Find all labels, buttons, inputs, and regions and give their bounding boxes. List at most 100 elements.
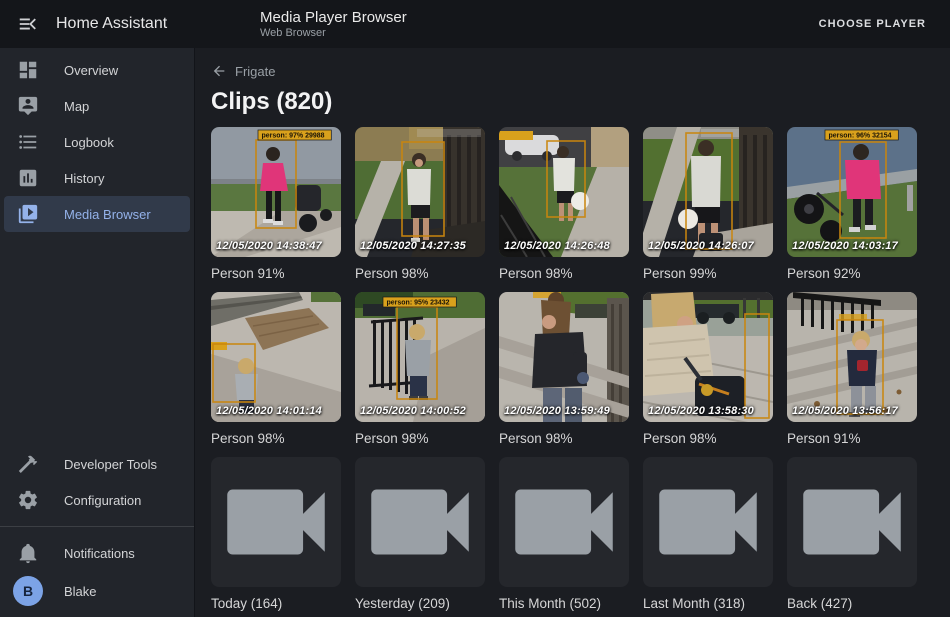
clip-tile[interactable]: 12/05/2020 14:01:14 Person 98% [211, 292, 341, 447]
sidebar-item-configuration[interactable]: Configuration [0, 482, 194, 518]
clip-tile[interactable]: 12/05/2020 14:26:07 Person 99% [643, 127, 773, 282]
clip-caption: Person 98% [211, 431, 341, 447]
notifications-label: Notifications [64, 546, 135, 561]
video-icon [787, 457, 917, 587]
video-icon [499, 457, 629, 587]
sidebar-item-notifications[interactable]: Notifications [0, 535, 194, 571]
breadcrumb-label: Frigate [235, 64, 275, 79]
sidebar-item-label: Media Browser [64, 207, 151, 222]
clip-timestamp: 12/05/2020 14:27:35 [360, 240, 466, 252]
sidebar-item-map[interactable]: Map [0, 88, 194, 124]
sidebar-item-media-browser[interactable]: Media Browser [4, 196, 190, 232]
user-name: Blake [64, 584, 97, 599]
sidebar-item-overview[interactable]: Overview [0, 52, 194, 88]
folder-tile-today[interactable]: Today (164) [211, 457, 341, 612]
bell-icon [16, 541, 40, 565]
sidebar-item-developer-tools[interactable]: Developer Tools [0, 446, 194, 482]
svg-text:person: 97% 29988: person: 97% 29988 [262, 133, 325, 140]
video-icon [643, 457, 773, 587]
clip-thumbnail: person: 97% 29988 12/05/2020 14:38:47 [211, 127, 341, 257]
clip-timestamp: 12/05/2020 14:03:17 [792, 240, 898, 252]
dashboard-icon [16, 58, 40, 82]
clip-caption: Person 91% [787, 431, 917, 447]
clip-tile[interactable]: person: 96% 32154 12/05/2020 14:03:17 Pers… [787, 127, 917, 282]
clip-caption: Person 98% [499, 266, 629, 282]
logbook-icon [16, 130, 40, 154]
sidebar-item-logbook[interactable]: Logbook [0, 124, 194, 160]
clip-tile[interactable]: 12/05/2020 13:59:49 Person 98% [499, 292, 629, 447]
clip-tile[interactable]: person: 97% 29988 12/05/2020 14:38:47 Pers… [211, 127, 341, 282]
folder-tile-last-month[interactable]: Last Month (318) [643, 457, 773, 612]
clip-caption: Person 99% [643, 266, 773, 282]
clip-timestamp: 12/05/2020 14:26:07 [648, 240, 754, 252]
main-content: Frigate Clips (820) person: 97% 29988 12/… [195, 48, 950, 617]
sidebar-item-label: Map [64, 99, 89, 114]
folder-tile-yesterday[interactable]: Yesterday (209) [355, 457, 485, 612]
media-browser-icon [16, 202, 40, 226]
sidebar: Overview Map Logbook History Media Browser D… [0, 48, 195, 617]
configuration-icon [16, 488, 40, 512]
folder-thumbnail [211, 457, 341, 587]
clip-timestamp: 12/05/2020 14:01:14 [216, 405, 322, 417]
app-name: Home Assistant [56, 15, 167, 33]
sidebar-item-label: History [64, 171, 104, 186]
clip-thumbnail: person: 95% 23432 12/05/2020 14:00:52 [355, 292, 485, 422]
sidebar-item-label: Configuration [64, 493, 141, 508]
clip-timestamp: 12/05/2020 13:58:30 [648, 405, 754, 417]
folder-tile-back[interactable]: Back (427) [787, 457, 917, 612]
sidebar-nav: Overview Map Logbook History Media Browser [0, 52, 194, 232]
sidebar-footer-nav: Developer Tools Configuration [0, 446, 194, 518]
folder-thumbnail [499, 457, 629, 587]
sidebar-item-label: Logbook [64, 135, 114, 150]
clip-tile[interactable]: 12/05/2020 13:56:17 Person 91% [787, 292, 917, 447]
clip-thumbnail: 12/05/2020 14:27:35 [355, 127, 485, 257]
clip-caption: Person 98% [643, 431, 773, 447]
avatar: B [13, 576, 43, 606]
back-arrow-icon [211, 63, 227, 79]
folder-thumbnail [643, 457, 773, 587]
media-grid: person: 97% 29988 12/05/2020 14:38:47 Pers… [195, 127, 950, 617]
sidebar-item-label: Overview [64, 63, 118, 78]
clip-caption: Person 98% [355, 431, 485, 447]
clip-thumbnail: person: 96% 32154 12/05/2020 14:03:17 [787, 127, 917, 257]
sidebar-toggle-button[interactable] [16, 12, 40, 36]
clip-thumbnail: 12/05/2020 14:26:48 [499, 127, 629, 257]
folder-label: Last Month (318) [643, 596, 773, 612]
clip-timestamp: 12/05/2020 14:38:47 [216, 240, 322, 252]
page-title: Clips (820) [211, 88, 934, 116]
history-icon [16, 166, 40, 190]
video-icon [355, 457, 485, 587]
folder-label: Today (164) [211, 596, 341, 612]
page-header-title: Media Player Browser [260, 9, 407, 26]
header-titles: Media Player Browser Web Browser [260, 9, 407, 40]
developer-tools-icon [16, 452, 40, 476]
svg-text:person: 96% 32154: person: 96% 32154 [829, 133, 892, 140]
clip-caption: Person 91% [211, 266, 341, 282]
choose-player-button[interactable]: CHOOSE PLAYER [813, 17, 932, 31]
clip-tile[interactable]: 12/05/2020 14:27:35Person 98% [355, 127, 485, 282]
folder-label: Yesterday (209) [355, 596, 485, 612]
map-icon [16, 94, 40, 118]
clip-thumbnail: 12/05/2020 13:58:30 [643, 292, 773, 422]
folder-tile-this-month[interactable]: This Month (502) [499, 457, 629, 612]
clip-thumbnail: 12/05/2020 13:59:49 [499, 292, 629, 422]
sidebar-item-history[interactable]: History [0, 160, 194, 196]
clip-tile[interactable]: 12/05/2020 14:26:48 Person 98% [499, 127, 629, 282]
clip-timestamp: 12/05/2020 14:00:52 [360, 405, 466, 417]
clip-caption: Person 92% [787, 266, 917, 282]
breadcrumb-back[interactable]: Frigate [195, 48, 291, 79]
sidebar-user[interactable]: B Blake [0, 571, 194, 611]
clip-tile[interactable]: person: 95% 23432 12/05/2020 14:00:52 Pers… [355, 292, 485, 447]
folder-thumbnail [787, 457, 917, 587]
sidebar-spacer [0, 232, 194, 446]
clip-timestamp: 12/05/2020 14:26:48 [504, 240, 610, 252]
clip-caption: Person 98% [499, 431, 629, 447]
clip-timestamp: 12/05/2020 13:56:17 [792, 405, 898, 417]
clip-tile[interactable]: 12/05/2020 13:58:30 Person 98% [643, 292, 773, 447]
video-icon [211, 457, 341, 587]
clip-thumbnail: 12/05/2020 13:56:17 [787, 292, 917, 422]
sidebar-divider [0, 526, 194, 527]
page-header-subtitle: Web Browser [260, 27, 407, 40]
sidebar-item-label: Developer Tools [64, 457, 157, 472]
svg-text:person: 95% 23432: person: 95% 23432 [387, 300, 450, 307]
